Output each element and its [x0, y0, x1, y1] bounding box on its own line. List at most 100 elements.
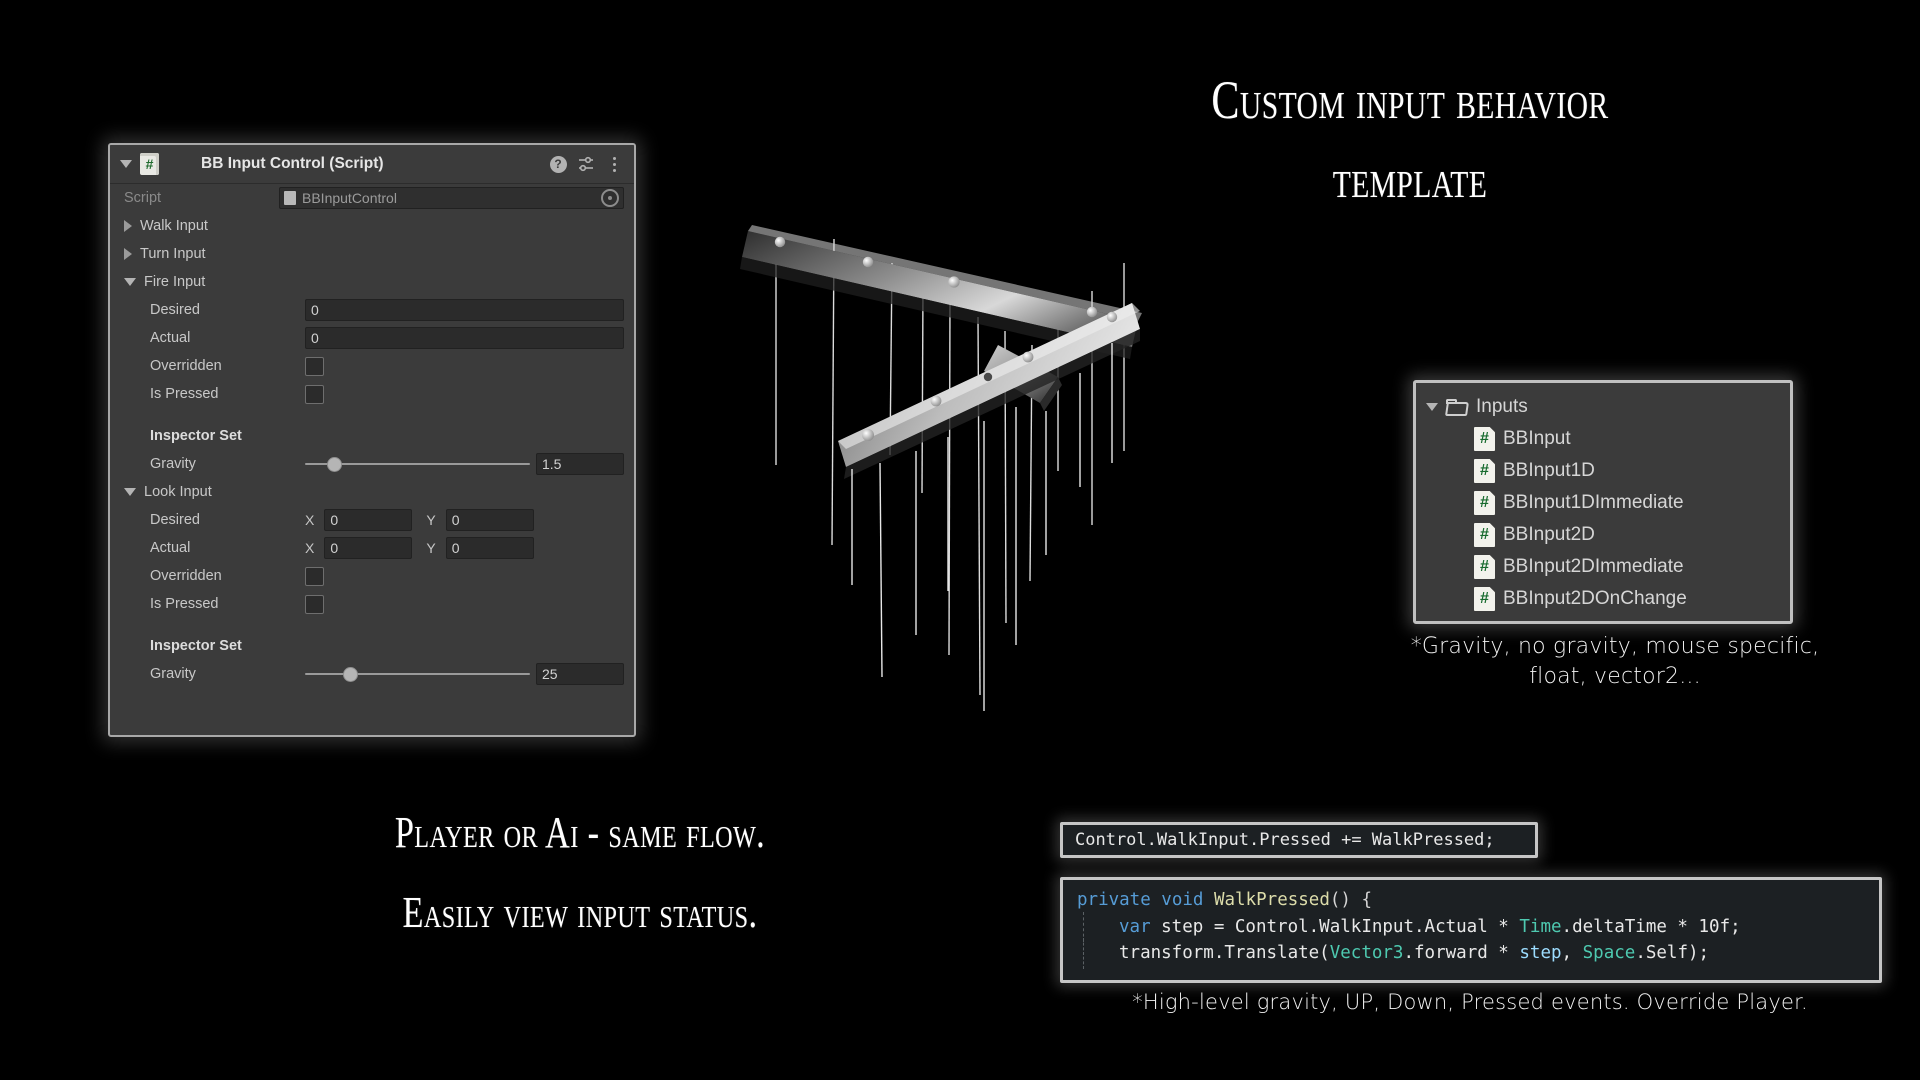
walk-input-label: Walk Input	[140, 218, 208, 234]
look-desired-row: Desired X 0 Y 0	[110, 506, 634, 534]
walk-input-foldout-icon[interactable]	[124, 220, 132, 232]
inputs-folder-label: Inputs	[1476, 396, 1528, 417]
look-actual-x-axis-label: X	[305, 540, 315, 556]
csharp-script-icon: #	[1474, 555, 1495, 579]
marionette-control-bar-illustration	[740, 225, 1142, 711]
fire-gravity-slider[interactable]	[305, 455, 530, 473]
script-object-field[interactable]: BBInputControl	[279, 187, 624, 209]
code-text: transform.Translate(	[1119, 943, 1330, 964]
fire-gravity-label: Gravity	[150, 456, 196, 472]
csharp-script-icon: #	[1474, 587, 1495, 611]
turn-input-label: Turn Input	[140, 246, 206, 262]
code-punct: () {	[1329, 890, 1373, 910]
look-gravity-value[interactable]: 25	[536, 663, 624, 685]
code-line-2: var step = Control.WalkInput.Actual * Ti…	[1077, 911, 1879, 942]
fire-gravity-value[interactable]: 1.5	[536, 453, 624, 475]
fire-desired-input[interactable]: 0	[305, 299, 624, 321]
csharp-script-icon: #	[1474, 427, 1495, 451]
project-item-bbinput2d[interactable]: # BBInput2D	[1426, 519, 1780, 551]
fire-is-pressed-row: Is Pressed	[110, 380, 634, 408]
help-icon[interactable]: ?	[548, 154, 568, 174]
project-item-label: BBInput2DImmediate	[1503, 556, 1684, 577]
code-function-name: WalkPressed	[1203, 890, 1330, 910]
inputs-foldout-icon[interactable]	[1426, 403, 1438, 411]
fire-gravity-row: Gravity 1.5	[110, 450, 634, 478]
code-type: Space	[1582, 943, 1636, 964]
page-title: Custom input behavior template	[960, 72, 1860, 207]
look-gravity-label: Gravity	[150, 666, 196, 682]
look-is-pressed-checkbox[interactable]	[305, 594, 324, 614]
fire-actual-input[interactable]: 0	[305, 327, 624, 349]
fire-is-pressed-checkbox[interactable]	[305, 384, 324, 404]
code-text: .deltaTime * 10f;	[1561, 916, 1741, 937]
look-desired-label: Desired	[150, 512, 200, 528]
component-foldout-icon[interactable]	[120, 160, 132, 168]
slider-knob[interactable]	[344, 667, 357, 681]
look-actual-y-axis-label: Y	[426, 540, 436, 556]
fire-actual-row: Actual 0	[110, 324, 634, 352]
code-snippet-walkpressed: private void WalkPressed() { var step = …	[1060, 877, 1882, 983]
project-inputs-panel: Inputs # BBInput # BBInput1D # BBInput1D…	[1413, 380, 1793, 624]
object-picker-icon[interactable]	[601, 189, 619, 207]
page-title-line-2: template	[1332, 148, 1488, 209]
script-asset-icon	[284, 191, 296, 205]
code-text: step = Control.WalkInput.Actual *	[1150, 916, 1520, 937]
look-actual-label: Actual	[150, 540, 191, 556]
code-text: .Self);	[1635, 943, 1710, 964]
project-item-label: BBInput2D	[1503, 524, 1595, 545]
slider-knob[interactable]	[328, 457, 342, 471]
project-item-bbinput2donchange[interactable]: # BBInput2DOnChange	[1426, 583, 1780, 615]
turn-input-foldout-icon[interactable]	[124, 248, 132, 260]
component-header[interactable]: # BB Input Control (Script) ?	[110, 145, 634, 184]
code-variable: step	[1519, 943, 1562, 964]
fire-input-label: Fire Input	[144, 274, 206, 290]
kebab-menu-icon[interactable]	[604, 154, 624, 174]
project-item-bbinput1dimmediate[interactable]: # BBInput1DImmediate	[1426, 487, 1780, 519]
project-item-label: BBInput2DOnChange	[1503, 588, 1687, 609]
fire-input-foldout-icon[interactable]	[124, 278, 136, 286]
project-tree-root-inputs[interactable]: Inputs	[1426, 391, 1780, 423]
project-item-bbinput1d[interactable]: # BBInput1D	[1426, 455, 1780, 487]
component-title: BB Input Control (Script)	[201, 155, 384, 172]
look-input-foldout-icon[interactable]	[124, 488, 136, 496]
project-item-bbinput2dimmediate[interactable]: # BBInput2DImmediate	[1426, 551, 1780, 583]
look-desired-y-input[interactable]: 0	[445, 509, 534, 531]
section-look-input[interactable]: Look Input	[110, 478, 634, 506]
fire-inspector-set-label: Inspector Set	[150, 428, 242, 444]
code-text: ,	[1561, 943, 1583, 964]
slider-track	[305, 673, 530, 675]
look-desired-x-input[interactable]: 0	[324, 509, 413, 531]
fire-inspector-set-header: Inspector Set	[110, 422, 634, 450]
look-actual-y-input[interactable]: 0	[445, 537, 534, 559]
look-gravity-slider[interactable]	[305, 665, 530, 683]
look-overridden-label: Overridden	[150, 568, 222, 584]
script-label: Script	[124, 190, 162, 206]
code-one-liner-text: Control.WalkInput.Pressed += WalkPressed…	[1075, 830, 1495, 850]
look-gravity-row: Gravity 25	[110, 660, 634, 688]
section-fire-input[interactable]: Fire Input	[110, 268, 634, 296]
code-snippet-caption: *High-level gravity, UP, Down, Pressed e…	[1132, 990, 1808, 1014]
scene-root: Custom input behavior template Player or…	[0, 0, 1920, 1080]
folder-icon	[1446, 398, 1468, 416]
script-object-value: BBInputControl	[302, 190, 397, 206]
section-turn-input[interactable]: Turn Input	[110, 240, 634, 268]
look-actual-x-input[interactable]: 0	[324, 537, 413, 559]
fire-desired-row: Desired 0	[110, 296, 634, 324]
tagline-line-1: Player or Ai - same flow.	[394, 808, 766, 857]
project-item-bbinput[interactable]: # BBInput	[1426, 423, 1780, 455]
look-overridden-checkbox[interactable]	[305, 566, 324, 586]
code-line-1: private void WalkPressed() {	[1077, 887, 1879, 914]
look-overridden-row: Overridden	[110, 562, 634, 590]
inspector-panel: # BB Input Control (Script) ? Script BBI…	[108, 143, 636, 737]
project-item-label: BBInput	[1503, 428, 1571, 449]
code-snippet-subscription: Control.WalkInput.Pressed += WalkPressed…	[1060, 822, 1538, 858]
preset-icon[interactable]	[576, 154, 596, 174]
code-keyword: var	[1119, 916, 1151, 937]
code-type: Time	[1519, 916, 1562, 937]
code-keyword: private void	[1077, 890, 1204, 910]
fire-overridden-checkbox[interactable]	[305, 356, 324, 376]
section-walk-input[interactable]: Walk Input	[110, 212, 634, 240]
code-text: .forward *	[1403, 943, 1520, 964]
